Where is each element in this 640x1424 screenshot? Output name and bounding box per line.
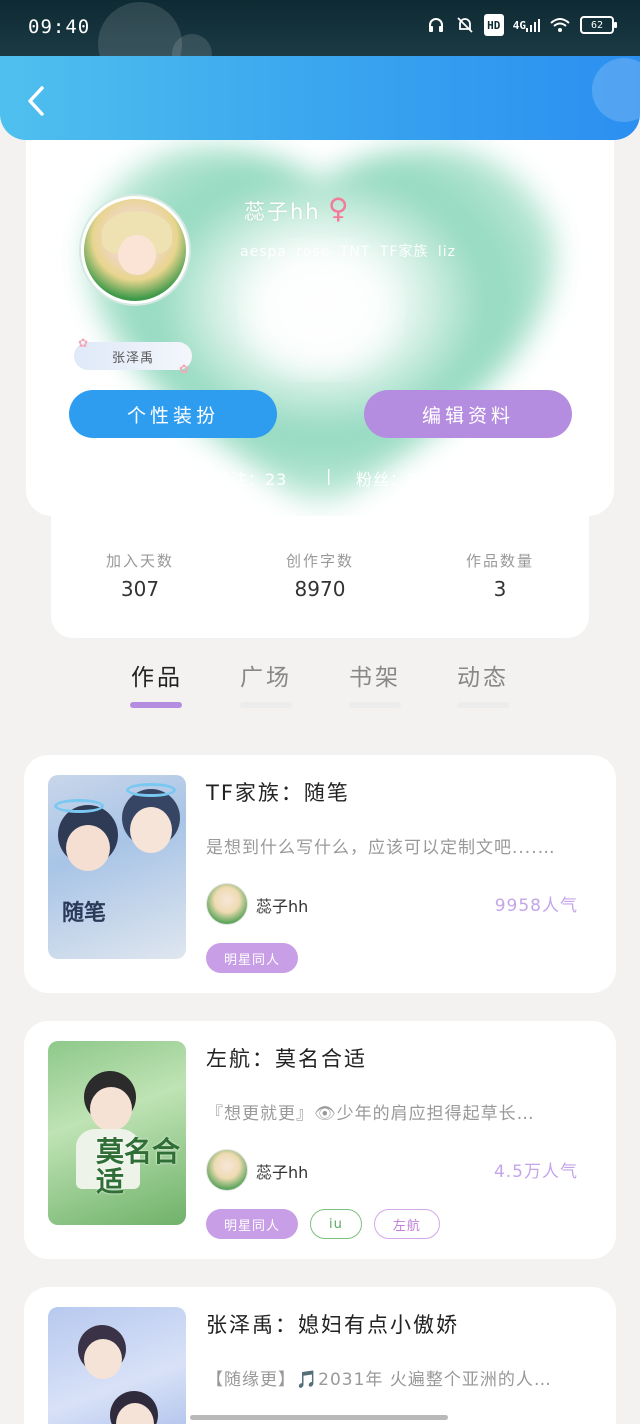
work-description: 【随缘更】🎵2031年 火遍整个亚洲的人… (206, 1370, 552, 1390)
stat-value: 8970 (294, 577, 346, 601)
tab-bookshelf[interactable]: 书架 (349, 658, 401, 692)
author-avatar[interactable] (206, 1149, 248, 1191)
popularity-count: 9958人气 (494, 896, 578, 916)
cover-figure (84, 1339, 122, 1379)
cover-text: 随笔 (62, 901, 107, 926)
dress-up-button[interactable]: 个性装扮 (69, 390, 277, 438)
tag-row: 明星同人 (206, 943, 299, 973)
status-time: 09:40 (28, 16, 91, 38)
halo-icon (54, 799, 104, 813)
stat-label: 加入天数 (105, 552, 174, 570)
halo-icon (126, 783, 176, 797)
work-card[interactable]: 莫名合适 左航：莫名合适 『想更就更』👁少年的肩应担得起草长… 蕊子hh 4.5… (24, 1021, 616, 1259)
female-icon: ♀ (328, 192, 349, 225)
heart-background (86, 147, 556, 515)
followers-count[interactable]: 粉丝：213 (356, 466, 441, 490)
mute-bell-icon (455, 14, 475, 36)
tab-indicator-square (240, 702, 292, 708)
cover-text: 莫名合适 (96, 1135, 181, 1198)
tab-square[interactable]: 广场 (240, 658, 292, 692)
work-cover[interactable]: 随笔 (48, 775, 186, 959)
status-bar: 09:40 HD 4G 62 (0, 0, 640, 86)
edit-profile-button[interactable]: 编辑资料 (364, 390, 572, 438)
work-title[interactable]: 左航：莫名合适 (206, 1043, 367, 1073)
work-card[interactable]: 张泽禹：媳妇有点小傲娇 【随缘更】🎵2031年 火遍整个亚洲的人… (24, 1287, 616, 1424)
stat-word-count: 创作字数 8970 (260, 550, 380, 601)
content-tabs: 作品 广场 书架 动态 (0, 652, 640, 712)
battery-icon: 62 (580, 16, 617, 34)
follow-stats: 关注：23 | 粉丝：213 (26, 466, 614, 490)
tab-indicator-moments (457, 702, 509, 708)
work-title[interactable]: 张泽禹：媳妇有点小傲娇 (206, 1309, 459, 1339)
headphones-icon (426, 14, 446, 36)
following-count[interactable]: 关注：23 (214, 466, 287, 490)
network-label: 4G (512, 18, 526, 32)
profile-card: 蕊子hh ♀ aespa rose TNT TF家族 liz 张泽禹 个性装扮 … (26, 120, 614, 516)
decorative-bubble (592, 58, 640, 122)
work-title[interactable]: TF家族：随笔 (206, 777, 350, 807)
name-badge-label: 张泽禹 (111, 350, 154, 366)
author-name[interactable]: 蕊子hh (256, 893, 308, 917)
work-cover[interactable] (48, 1307, 186, 1424)
tab-works[interactable]: 作品 (131, 658, 183, 692)
work-description: 『想更就更』👁少年的肩应担得起草长… (206, 1104, 535, 1124)
follow-divider: | (326, 466, 332, 485)
tab-indicator-works (130, 702, 182, 708)
cover-figure (130, 807, 172, 853)
user-avatar[interactable] (81, 196, 189, 304)
status-icons: HD 4G 62 (426, 14, 617, 36)
username: 蕊子hh (244, 200, 321, 224)
work-cover[interactable]: 莫名合适 (48, 1041, 186, 1225)
stat-works-count: 作品数量 3 (440, 550, 560, 601)
tag-chip[interactable]: 左航 (373, 1209, 440, 1239)
author-avatar[interactable] (206, 883, 248, 925)
stat-label: 作品数量 (465, 552, 534, 570)
stats-card: 加入天数 307 创作字数 8970 作品数量 3 (51, 516, 589, 638)
cover-figure (90, 1087, 132, 1131)
stat-value: 3 (493, 577, 507, 601)
tag-chip[interactable]: 明星同人 (206, 943, 299, 973)
work-card[interactable]: 随笔 TF家族：随笔 是想到什么写什么，应该可以定制文吧....… 蕊子hh 9… (24, 755, 616, 993)
top-header (0, 56, 640, 140)
work-description: 是想到什么写什么，应该可以定制文吧....… (206, 838, 556, 858)
stat-value: 307 (120, 577, 160, 601)
tag-chip[interactable]: iu (310, 1209, 362, 1239)
tab-moments[interactable]: 动态 (457, 658, 509, 692)
signal-4g-icon: 4G (513, 14, 540, 36)
tab-indicator-bookshelf (349, 702, 401, 708)
stat-label: 创作字数 (285, 552, 354, 570)
hd-badge: HD (483, 14, 504, 36)
author-name[interactable]: 蕊子hh (256, 1159, 308, 1183)
cover-figure (66, 825, 110, 871)
home-indicator[interactable] (190, 1415, 448, 1420)
stat-join-days: 加入天数 307 (80, 550, 200, 601)
popularity-count: 4.5万人气 (493, 1162, 578, 1182)
tag-chip[interactable]: 明星同人 (206, 1209, 299, 1239)
wifi-icon (549, 14, 571, 36)
avatar-face (118, 235, 156, 275)
name-badge: 张泽禹 (74, 336, 192, 376)
tag-row: 明星同人 iu 左航 (206, 1209, 440, 1239)
back-arrow-icon (28, 86, 44, 116)
fandom-tags: aespa rose TNT TF家族 liz (240, 244, 456, 260)
back-button[interactable] (22, 84, 52, 118)
